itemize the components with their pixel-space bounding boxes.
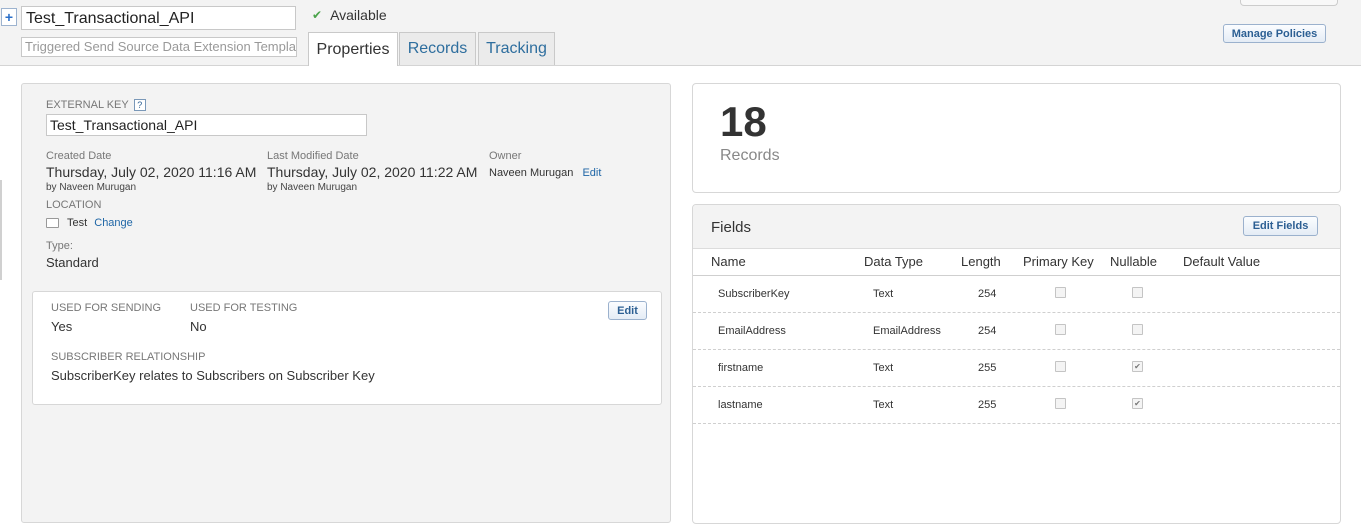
help-icon[interactable]: ? [133, 99, 146, 112]
column-header-primary-key[interactable]: Primary Key [1023, 248, 1094, 275]
location-change-link[interactable]: Change [94, 217, 133, 229]
column-header-name[interactable]: Name [711, 248, 746, 275]
field-name: SubscriberKey [718, 288, 790, 300]
header-bar: + Test_Transactional_API Triggered Send … [0, 0, 1361, 66]
column-header-data-type[interactable]: Data Type [864, 248, 923, 275]
nullable-checkbox [1132, 324, 1143, 335]
toolbar-icons[interactable] [1240, 0, 1338, 6]
created-date-label: Created Date [46, 150, 112, 162]
field-type: Text [873, 362, 894, 374]
primary-key-checkbox [1055, 287, 1066, 298]
field-name: firstname [718, 362, 764, 374]
owner-label: Owner [489, 150, 522, 162]
field-type: Text [873, 399, 894, 411]
used-for-sending-label: USED FOR SENDING [51, 302, 162, 314]
field-length: 255 [978, 399, 997, 411]
external-key-label: EXTERNAL KEY? [46, 99, 146, 112]
table-row[interactable]: firstname Text 255 ✔ [693, 350, 1340, 387]
tab-properties[interactable]: Properties [308, 32, 398, 66]
fields-card: Fields Edit Fields Name Data Type Length… [692, 204, 1341, 524]
column-header-length[interactable]: Length [961, 248, 1001, 275]
description-field[interactable]: Triggered Send Source Data Extension Tem… [21, 37, 297, 57]
modified-by: by Naveen Murugan [267, 182, 358, 193]
field-length: 254 [978, 325, 997, 337]
primary-key-checkbox [1055, 324, 1066, 335]
subscriber-relationship-value: SubscriberKey relates to Subscribers on … [51, 368, 375, 383]
field-name: EmailAddress [718, 325, 786, 337]
records-label: Records [720, 147, 780, 164]
status-indicator: ✔ Available [312, 7, 387, 23]
field-length: 255 [978, 362, 997, 374]
nullable-checkbox-checked: ✔ [1132, 398, 1143, 409]
status-text: Available [330, 7, 387, 23]
manage-policies-button[interactable]: Manage Policies [1223, 24, 1326, 43]
left-edge-divider [0, 180, 2, 280]
tab-tracking[interactable]: Tracking [478, 32, 555, 65]
fields-title: Fields [711, 219, 752, 236]
owner-value: Naveen Murugan Edit [489, 167, 602, 179]
type-value: Standard [46, 255, 99, 270]
modified-date-label: Last Modified Date [267, 150, 359, 162]
created-by: by Naveen Murugan [46, 182, 137, 193]
fields-header: Fields Edit Fields [693, 205, 1340, 249]
column-header-default-value[interactable]: Default Value [1183, 248, 1260, 275]
external-key-field[interactable]: Test_Transactional_API [46, 114, 367, 136]
records-card: 18 Records [692, 83, 1341, 193]
edit-fields-button[interactable]: Edit Fields [1243, 216, 1318, 236]
table-row[interactable]: SubscriberKey Text 254 [693, 276, 1340, 313]
primary-key-checkbox [1055, 398, 1066, 409]
properties-panel: EXTERNAL KEY? Test_Transactional_API Cre… [21, 83, 671, 523]
tab-records[interactable]: Records [399, 32, 476, 65]
modified-date-value: Thursday, July 02, 2020 11:22 AM [267, 164, 478, 180]
field-name: lastname [718, 399, 763, 411]
primary-key-checkbox [1055, 361, 1066, 372]
location-label: LOCATION [46, 199, 102, 211]
used-for-testing-value: No [190, 319, 207, 334]
subscriber-relationship-label: SUBSCRIBER RELATIONSHIP [51, 351, 206, 363]
nullable-checkbox [1132, 287, 1143, 298]
field-type: EmailAddress [873, 325, 941, 337]
used-for-sending-value: Yes [51, 319, 73, 334]
created-date-value: Thursday, July 02, 2020 11:16 AM [46, 164, 257, 180]
field-type: Text [873, 288, 894, 300]
records-count: 18 [720, 98, 767, 145]
column-header-nullable[interactable]: Nullable [1110, 248, 1157, 275]
expand-plus-icon[interactable]: + [1, 8, 17, 26]
name-field[interactable]: Test_Transactional_API [21, 6, 296, 30]
checkmark-icon: ✔ [312, 8, 323, 22]
type-label: Type: [46, 240, 73, 252]
nullable-checkbox-checked: ✔ [1132, 361, 1143, 372]
table-row[interactable]: EmailAddress EmailAddress 254 [693, 313, 1340, 350]
sending-edit-button[interactable]: Edit [608, 301, 647, 320]
folder-icon [46, 218, 59, 229]
sending-box: USED FOR SENDING Yes USED FOR TESTING No… [32, 291, 662, 405]
location-value: Test Change [46, 217, 133, 229]
field-length: 254 [978, 288, 997, 300]
used-for-testing-label: USED FOR TESTING [190, 302, 298, 314]
owner-edit-link[interactable]: Edit [582, 167, 601, 179]
table-row[interactable]: lastname Text 255 ✔ [693, 387, 1340, 424]
